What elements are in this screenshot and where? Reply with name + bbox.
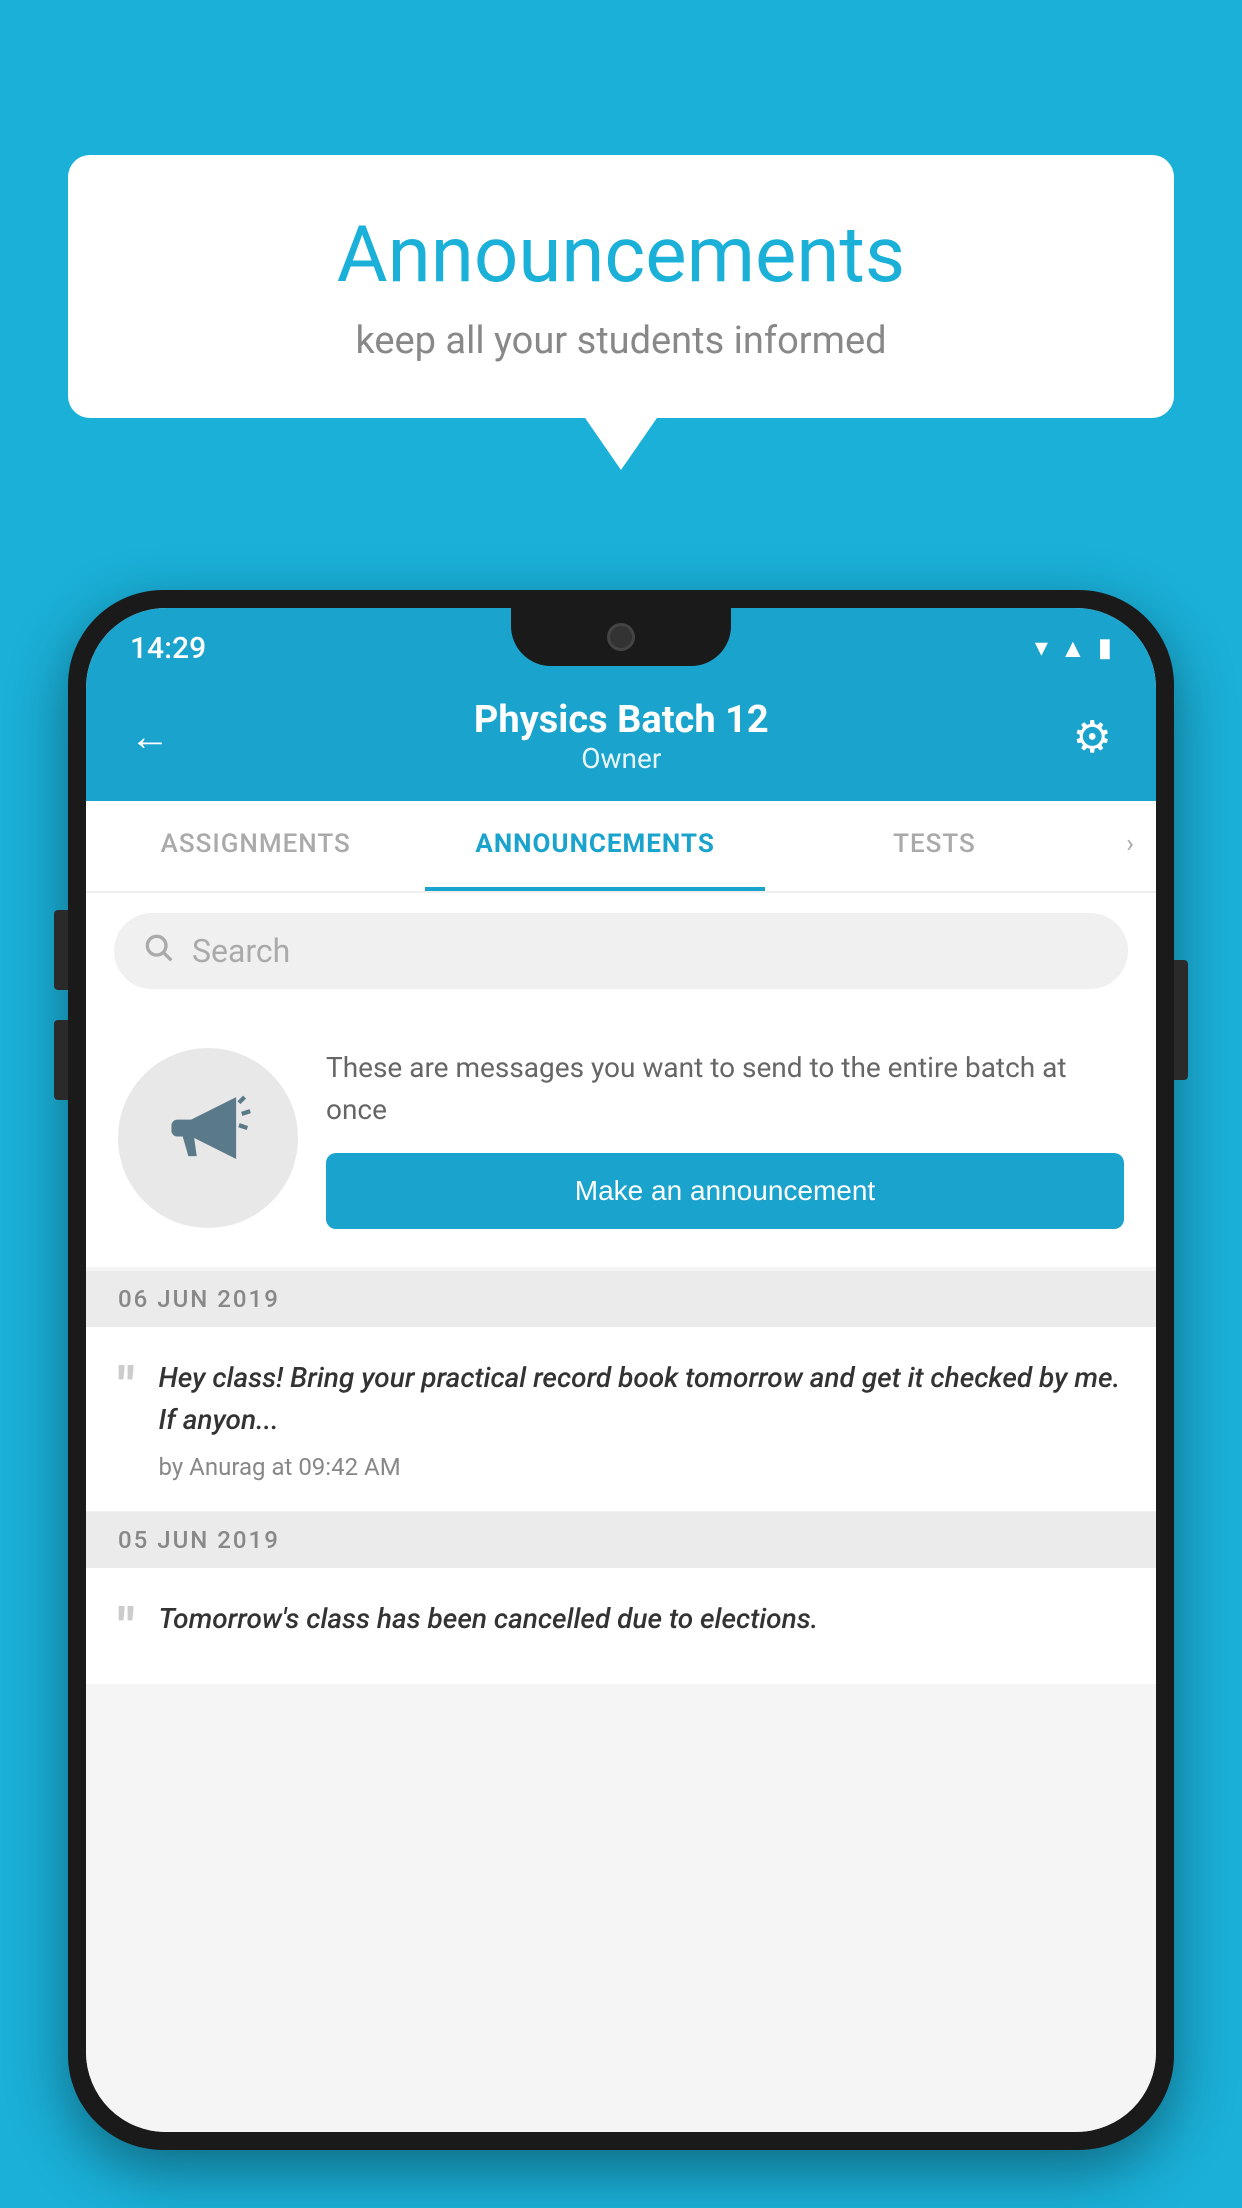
settings-icon[interactable]: ⚙: [1073, 711, 1112, 763]
quote-icon-2: ": [118, 1602, 135, 1654]
megaphone-icon: [163, 1083, 253, 1193]
promo-description: These are messages you want to send to t…: [326, 1047, 1124, 1131]
date-separator-1: 06 JUN 2019: [86, 1271, 1156, 1327]
back-button[interactable]: ←: [130, 713, 170, 760]
tab-assignments[interactable]: ASSIGNMENTS: [86, 801, 425, 891]
phone-outer: 14:29 ▾ ▲ ▮ ← Physics Batch 12 Owner ⚙: [68, 590, 1174, 2150]
status-icons: ▾ ▲ ▮: [1035, 633, 1112, 664]
status-time: 14:29: [130, 631, 206, 666]
tab-announcements[interactable]: ANNOUNCEMENTS: [425, 801, 764, 891]
phone-camera: [607, 623, 635, 651]
tab-tests[interactable]: TESTS: [765, 801, 1104, 891]
tab-more-icon[interactable]: ›: [1104, 801, 1156, 891]
promo-text-area: These are messages you want to send to t…: [326, 1047, 1124, 1229]
speech-bubble: Announcements keep all your students inf…: [68, 155, 1174, 418]
tabs-container: ASSIGNMENTS ANNOUNCEMENTS TESTS ›: [86, 801, 1156, 893]
search-bar[interactable]: Search: [114, 913, 1128, 989]
quote-icon-1: ": [118, 1361, 135, 1413]
content-area: Search: [86, 893, 1156, 2132]
header-title-group: Physics Batch 12 Owner: [170, 698, 1073, 775]
announcement-message-1: Hey class! Bring your practical record b…: [159, 1357, 1124, 1441]
battery-icon: ▮: [1098, 633, 1112, 663]
announcement-meta-1: by Anurag at 09:42 AM: [159, 1453, 1124, 1481]
signal-icon: ▲: [1060, 633, 1086, 664]
phone-notch: [511, 608, 731, 666]
search-placeholder: Search: [192, 932, 290, 970]
search-bar-container: Search: [86, 893, 1156, 1009]
announcement-item-2[interactable]: " Tomorrow's class has been cancelled du…: [86, 1568, 1156, 1684]
volume-up-button: [54, 910, 68, 990]
search-icon: [142, 931, 174, 971]
volume-down-button: [54, 1020, 68, 1100]
app-header: ← Physics Batch 12 Owner ⚙: [86, 680, 1156, 801]
announcement-text-1: Hey class! Bring your practical record b…: [159, 1357, 1124, 1481]
wifi-icon: ▾: [1035, 633, 1048, 663]
announcement-message-2: Tomorrow's class has been cancelled due …: [159, 1598, 1124, 1640]
batch-title: Physics Batch 12: [170, 698, 1073, 742]
phone-screen: 14:29 ▾ ▲ ▮ ← Physics Batch 12 Owner ⚙: [86, 608, 1156, 2132]
announcement-item-1[interactable]: " Hey class! Bring your practical record…: [86, 1327, 1156, 1512]
owner-label: Owner: [170, 742, 1073, 775]
promo-card: These are messages you want to send to t…: [86, 1009, 1156, 1267]
power-button: [1174, 960, 1188, 1080]
announcements-title: Announcements: [128, 210, 1114, 301]
announcement-text-2: Tomorrow's class has been cancelled due …: [159, 1598, 1124, 1652]
speech-bubble-container: Announcements keep all your students inf…: [68, 155, 1174, 418]
date-separator-2: 05 JUN 2019: [86, 1512, 1156, 1568]
announcements-subtitle: keep all your students informed: [128, 319, 1114, 363]
make-announcement-button[interactable]: Make an announcement: [326, 1153, 1124, 1229]
phone-container: 14:29 ▾ ▲ ▮ ← Physics Batch 12 Owner ⚙: [68, 590, 1174, 2208]
announcement-icon-circle: [118, 1048, 298, 1228]
